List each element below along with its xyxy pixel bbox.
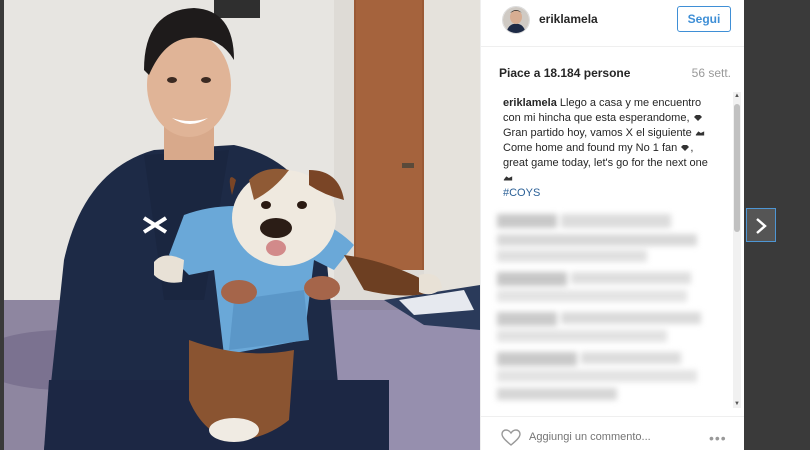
emoji-icon — [693, 115, 702, 122]
emoji-icon — [681, 145, 690, 152]
comments-scrollbar[interactable]: ▲ ▼ — [733, 92, 741, 408]
post-modal: eriklamela Segui Piace a 18.184 persone … — [4, 0, 744, 450]
post-photo[interactable] — [4, 0, 480, 450]
comments-area[interactable]: eriklamela Llego a casa y me encuentro c… — [481, 92, 744, 408]
comment-input[interactable] — [529, 429, 679, 445]
follow-button[interactable]: Segui — [677, 6, 731, 32]
caption-username[interactable]: eriklamela — [503, 97, 557, 109]
caption-text-es-2: Gran partido hoy, vamos X el siguiente — [503, 127, 692, 139]
post-header: eriklamela Segui — [481, 0, 744, 47]
hashtag-link[interactable]: #COYS — [503, 187, 540, 199]
post-side-panel: eriklamela Segui Piace a 18.184 persone … — [480, 0, 744, 450]
next-post-button[interactable] — [746, 208, 776, 242]
likes-count[interactable]: Piace a 18.184 persone — [499, 66, 630, 80]
likes-row: Piace a 18.184 persone 56 sett. — [499, 66, 731, 82]
blurred-comments — [497, 214, 711, 402]
post-time[interactable]: 56 sett. — [692, 66, 731, 80]
comment-footer: ••• — [481, 416, 744, 450]
scroll-down-arrow-icon[interactable]: ▼ — [733, 400, 741, 408]
chevron-right-icon — [756, 218, 767, 234]
emoji-icon — [695, 131, 704, 136]
username[interactable]: eriklamela — [539, 12, 598, 26]
avatar[interactable] — [502, 6, 530, 34]
scroll-up-arrow-icon[interactable]: ▲ — [733, 92, 741, 100]
caption: eriklamela Llego a casa y me encuentro c… — [503, 96, 713, 201]
scroll-thumb[interactable] — [734, 104, 740, 232]
emoji-icon — [503, 176, 513, 181]
heart-icon[interactable] — [501, 429, 521, 447]
caption-text-en-1: Come home and found my No 1 fan — [503, 142, 678, 154]
more-options-icon[interactable]: ••• — [709, 430, 727, 446]
